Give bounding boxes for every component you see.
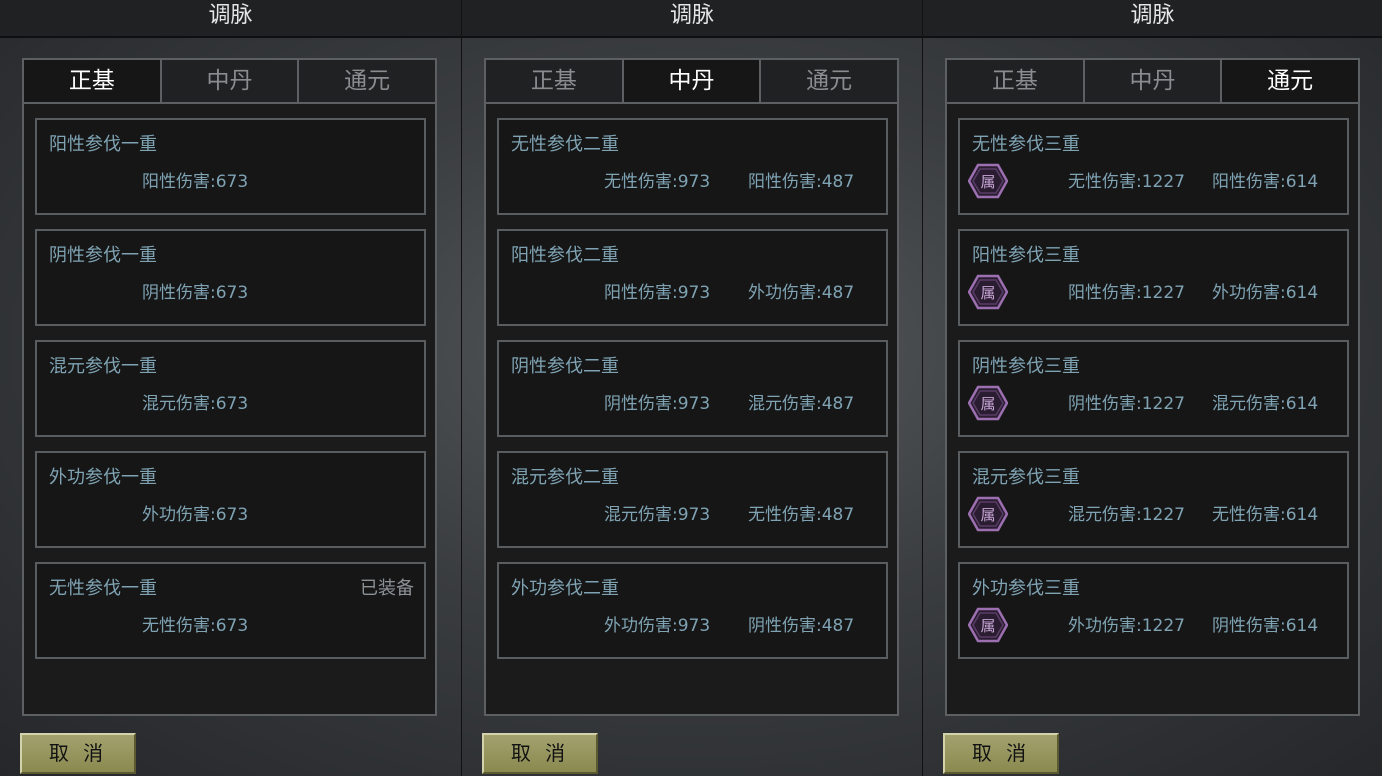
screen-3: 调脉 正基 中丹 通元 无性参伐三重属无性伤害:1227 阳性伤害:614 阳性参伐三重属阳… [922, 0, 1382, 776]
damage-stat: 阴性伤害:973 [604, 394, 711, 414]
tab-1[interactable]: 正基 [486, 60, 622, 102]
skill-card[interactable]: 混元参伐二重混元伤害:973 无性伤害:487 [497, 451, 888, 548]
meridian-panel: 正基 中丹 通元 无性参伐三重属无性伤害:1227 阳性伤害:614 阳性参伐三重属阳性伤… [945, 58, 1360, 716]
meridian-panel: 正基 中丹 通元阳性参伐一重阳性伤害:673 阴性参伐一重阴性伤害:673 混元参伐一重… [22, 58, 437, 716]
cancel-button[interactable]: 取 消 [943, 733, 1059, 774]
hexagon-attribute-icon: 属 [968, 163, 1008, 199]
skill-card-title: 无性参伐一重 [49, 578, 157, 599]
tab-2[interactable]: 中丹 [621, 60, 760, 102]
skill-card[interactable]: 无性参伐一重 已装备无性伤害:673 [35, 562, 426, 659]
skill-card[interactable]: 阳性参伐二重阳性伤害:973 外功伤害:487 [497, 229, 888, 326]
skill-card-title: 混元参伐二重 [511, 467, 619, 488]
skill-card-title: 混元参伐一重 [49, 356, 157, 377]
tab-3[interactable]: 通元 [297, 60, 436, 102]
tab-3[interactable]: 通元 [1220, 60, 1359, 102]
badge-label: 属 [980, 395, 995, 413]
damage-stat: 阴性伤害:1227 [1068, 394, 1185, 414]
skill-card[interactable]: 外功参伐二重外功伤害:973 阴性伤害:487 [497, 562, 888, 659]
damage-stat: 阳性伤害:614 [1212, 172, 1319, 192]
tab-bar: 正基 中丹 通元 [947, 60, 1359, 104]
damage-stat: 混元伤害:487 [748, 394, 855, 414]
damage-stat: 外功伤害:1227 [1068, 616, 1185, 636]
tab-2[interactable]: 中丹 [1082, 60, 1221, 102]
tab-1[interactable]: 正基 [947, 60, 1083, 102]
screen-title: 调脉 [462, 0, 922, 38]
damage-stat: 外功伤害:973 [604, 616, 711, 636]
screen-1: 调脉正基 中丹 通元阳性参伐一重阳性伤害:673 阴性参伐一重阴性伤害:673 混元参伐… [0, 0, 461, 776]
badge-label: 属 [980, 173, 995, 191]
damage-stat: 混元伤害:973 [604, 505, 711, 525]
skill-card-title: 阴性参伐二重 [511, 356, 619, 377]
skill-card-title: 无性参伐二重 [511, 134, 619, 155]
skill-card-title: 阳性参伐二重 [511, 245, 619, 266]
cancel-button[interactable]: 取 消 [20, 733, 136, 774]
damage-stat: 混元伤害:1227 [1068, 505, 1185, 525]
tab-bar: 正基 中丹 通元 [486, 60, 898, 104]
skill-card[interactable]: 外功参伐一重外功伤害:673 [35, 451, 426, 548]
damage-stat: 阳性伤害:487 [748, 172, 855, 192]
damage-stat: 无性伤害:614 [1212, 505, 1319, 525]
screen-2: 调脉 正基 中丹 通元 无性参伐二重 无性伤害:973 阳性伤害:487 阳性参伐二重 阳性伤害… [461, 0, 922, 776]
skill-card-title: 阳性参伐一重 [49, 134, 157, 155]
damage-stat: 阳性伤害:973 [604, 283, 711, 303]
tab-1[interactable]: 正基 [24, 60, 160, 102]
skill-card[interactable]: 阳性参伐三重属 阳性伤害:1227 外功伤害:614 [958, 229, 1349, 326]
damage-stat: 阴性伤害:614 [1212, 616, 1319, 636]
damage-stat: 无性伤害:673 [142, 616, 249, 636]
skill-card-title: 混元参伐三重 [972, 467, 1080, 488]
equipped-label: 已装备 [360, 578, 414, 599]
cancel-button[interactable]: 取 消 [482, 733, 598, 774]
skill-card[interactable]: 混元参伐一重混元伤害:673 [35, 340, 426, 437]
damage-stat: 阴性伤害:673 [142, 283, 249, 303]
skill-card[interactable]: 混元参伐三重属 混元伤害:1227 无性伤害:614 [958, 451, 1349, 548]
damage-stat: 阴性伤害:487 [748, 616, 855, 636]
skill-card[interactable]: 阴性参伐一重阴性伤害:673 [35, 229, 426, 326]
tab-2[interactable]: 中丹 [159, 60, 298, 102]
skill-card[interactable]: 外功参伐三重属 外功伤害:1227 阴性伤害:614 [958, 562, 1349, 659]
skill-card[interactable]: 阴性参伐二重阴性伤害:973 混元伤害:487 [497, 340, 888, 437]
badge-label: 属 [980, 506, 995, 524]
hexagon-attribute-icon: 属 [968, 496, 1008, 532]
badge-label: 属 [980, 284, 995, 302]
skill-card-title: 外功参伐二重 [511, 578, 619, 599]
skill-card-title: 外功参伐三重 [972, 578, 1080, 599]
damage-stat: 阳性伤害:1227 [1068, 283, 1185, 303]
badge-label: 属 [980, 617, 995, 635]
skill-card-title: 阴性参伐三重 [972, 356, 1080, 377]
damage-stat: 外功伤害:487 [748, 283, 855, 303]
skill-card[interactable]: 无性参伐二重无性伤害:973 阳性伤害:487 [497, 118, 888, 215]
hexagon-attribute-icon: 属 [968, 607, 1008, 643]
skill-card[interactable]: 阳性参伐一重阳性伤害:673 [35, 118, 426, 215]
damage-stat: 外功伤害:614 [1212, 283, 1319, 303]
damage-stat: 无性伤害:487 [748, 505, 855, 525]
damage-stat: 外功伤害:673 [142, 505, 249, 525]
screen-title: 调脉 [0, 0, 461, 38]
hexagon-attribute-icon: 属 [968, 274, 1008, 310]
tab-3[interactable]: 通元 [759, 60, 898, 102]
screen-title: 调脉 [923, 0, 1382, 38]
damage-stat: 混元伤害:673 [142, 394, 249, 414]
damage-stat: 混元伤害:614 [1212, 394, 1319, 414]
hexagon-attribute-icon: 属 [968, 385, 1008, 421]
skill-card-title: 外功参伐一重 [49, 467, 157, 488]
meridian-panel: 正基 中丹 通元无性参伐二重无性伤害:973 阳性伤害:487 阳性参伐二重阳性伤害:9… [484, 58, 899, 716]
skill-card[interactable]: 无性参伐三重属 无性伤害:1227 阳性伤害:614 [958, 118, 1349, 215]
damage-stat: 无性伤害:973 [604, 172, 711, 192]
damage-stat: 阳性伤害:673 [142, 172, 249, 192]
skill-card-title: 阳性参伐三重 [972, 245, 1080, 266]
skill-card-title: 无性参伐三重 [972, 134, 1080, 155]
damage-stat: 无性伤害:1227 [1068, 172, 1185, 192]
skill-card-title: 阴性参伐一重 [49, 245, 157, 266]
tab-bar: 正基 中丹 通元 [24, 60, 436, 104]
skill-card[interactable]: 阴性参伐三重属 阴性伤害:1227 混元伤害:614 [958, 340, 1349, 437]
